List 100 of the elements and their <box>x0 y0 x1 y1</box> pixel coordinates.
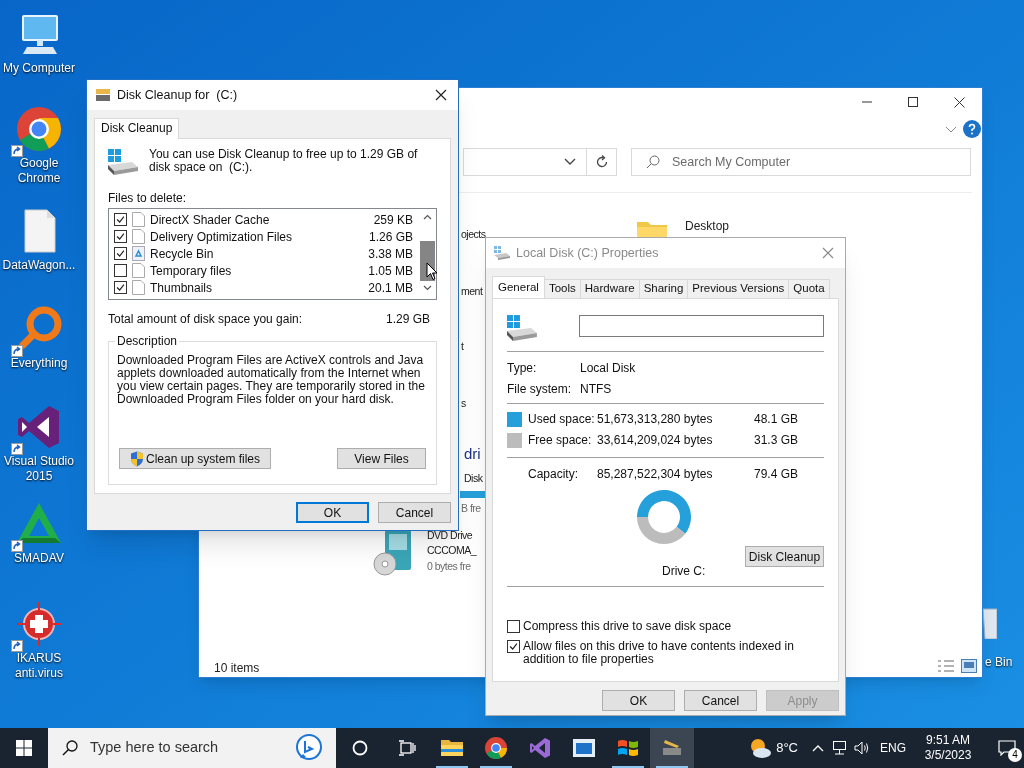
name-field[interactable] <box>578 315 824 337</box>
notification-badge: 4 <box>1008 748 1022 762</box>
volume-icon <box>854 740 870 756</box>
search-field[interactable]: Type here to search <box>48 728 336 768</box>
status-text: 10 items <box>214 660 260 677</box>
recycle-bin-icon <box>132 246 145 261</box>
group-label: Description <box>115 334 180 348</box>
item-label[interactable]: Desktop <box>685 219 730 233</box>
file-name[interactable]: Delivery Optimization Files <box>150 227 365 246</box>
notification-icon <box>998 740 1016 756</box>
item-label[interactable]: ment <box>461 284 483 300</box>
item-label[interactable]: B fre <box>461 501 481 517</box>
description-text: Downloaded Program Files are ActiveX controls and Java applets downloaded automatically from the Internet when you view certain pages. They are temporarily stored in the Downloaded Program Files folder on your hard disk. <box>117 354 426 406</box>
field-value: 48.1 GB <box>754 411 799 428</box>
checkbox[interactable] <box>114 264 127 277</box>
chevron-down-icon <box>564 158 576 166</box>
field-value: Local Disk <box>580 360 636 377</box>
desktop-icon-label[interactable]: Everything <box>0 356 78 371</box>
checkbox[interactable] <box>507 640 520 653</box>
clean-up-system-files-button[interactable]: Clean up system files <box>119 448 272 469</box>
used-space-slice <box>637 490 691 534</box>
tab[interactable]: Tools <box>544 279 581 298</box>
clock-time[interactable]: 9:51 AM <box>926 733 970 748</box>
item-label[interactable]: CCCOMA_ <box>427 543 476 559</box>
tab[interactable]: General <box>492 276 545 298</box>
tab[interactable]: Quota <box>789 279 830 298</box>
checkbox-label[interactable]: Compress this drive to save disk space <box>523 620 823 633</box>
field-label: File system: <box>507 381 572 398</box>
tab[interactable]: Disk Cleanup <box>94 118 180 139</box>
search-field[interactable]: Search My Computer <box>631 148 971 176</box>
item-label[interactable]: 0 bytes fre <box>427 559 471 575</box>
cortana-icon <box>352 740 368 756</box>
close-icon <box>953 96 965 108</box>
mouse-cursor-icon <box>426 262 438 281</box>
field-label: Free space: <box>528 432 593 449</box>
language-indicator[interactable]: ENG <box>880 739 906 757</box>
temperature[interactable]: 8°C <box>776 738 798 758</box>
section-label: Files to delete: <box>108 190 188 207</box>
disk-cleanup-button[interactable]: Disk Cleanup <box>745 546 824 567</box>
usage-bar <box>460 491 486 498</box>
file-size: 1.26 GB <box>368 228 413 246</box>
chevron-down-icon <box>945 126 957 134</box>
desktop-icon-label[interactable]: e Bin <box>985 653 1013 671</box>
checkbox[interactable] <box>114 281 127 294</box>
cancel-button[interactable]: Cancel <box>684 690 757 711</box>
checkbox[interactable] <box>114 213 127 226</box>
item-label[interactable]: ojects <box>461 227 486 243</box>
cancel-button[interactable]: Cancel <box>378 502 451 523</box>
window-title: Disk Cleanup for (C:) <box>117 86 239 104</box>
window-title: Local Disk (C:) Properties <box>516 244 660 262</box>
field-value: 51,673,313,280 bytes <box>597 411 714 428</box>
section-heading[interactable]: dri <box>464 443 481 466</box>
file-name[interactable]: Thumbnails <box>150 278 365 297</box>
file-icon <box>132 280 145 295</box>
view-files-button[interactable]: View Files <box>337 448 426 469</box>
app-window-icon <box>572 736 596 760</box>
file-list[interactable]: DirectX Shader Cache 259 KB Delivery Optimization Files 1.26 GB Recycle Bin 3.38 MB Temporary files 1.05 MB Thumbnails 20.1 MB <box>108 208 437 300</box>
file-size: 259 KB <box>373 211 413 229</box>
chart-label: Drive C: <box>662 563 706 580</box>
field-label: Type: <box>507 360 538 377</box>
refresh-icon <box>594 155 609 169</box>
file-name[interactable]: Temporary files <box>150 261 365 280</box>
checkbox-label[interactable]: Allow files on this drive to have contents indexed in addition to file properties <box>523 640 823 666</box>
task-view-icon <box>398 740 416 756</box>
item-label[interactable]: DVD Drive <box>427 528 473 544</box>
desktop-icon-label[interactable]: Visual Studio 2015 <box>0 454 78 484</box>
ok-button[interactable]: OK <box>296 502 369 523</box>
close-icon <box>821 246 835 260</box>
field-value: 79.4 GB <box>754 466 799 483</box>
checkbox[interactable] <box>114 247 127 260</box>
tab[interactable]: Previous Versions <box>688 279 790 298</box>
scroll-down-icon <box>423 285 432 291</box>
desktop-icon-label[interactable]: IKARUS anti.virus <box>0 651 78 681</box>
weather-icon <box>748 737 773 759</box>
checkbox[interactable] <box>114 230 127 243</box>
file-name[interactable]: DirectX Shader Cache <box>150 210 370 229</box>
checkbox[interactable] <box>507 620 520 633</box>
ok-button[interactable]: OK <box>602 690 675 711</box>
minimize-icon <box>862 101 872 103</box>
search-icon <box>646 155 660 169</box>
item-label[interactable]: Disk <box>464 471 483 487</box>
desktop-icon-label[interactable]: My Computer <box>0 61 78 76</box>
file-size: 3.38 MB <box>368 245 413 263</box>
drive-icon <box>494 246 510 260</box>
file-size: 20.1 MB <box>368 279 413 297</box>
windows-start-icon <box>16 740 32 756</box>
large-icons-view-icon <box>961 659 977 673</box>
desktop-icon-label[interactable]: Google Chrome <box>0 156 78 186</box>
tab[interactable]: Sharing <box>639 279 689 298</box>
field-value: 85,287,522,304 bytes <box>597 466 714 483</box>
clock-date[interactable]: 3/5/2023 <box>924 748 972 763</box>
total-label: Total amount of disk space you gain: <box>108 311 303 328</box>
chrome-icon <box>15 105 63 153</box>
file-name[interactable]: Recycle Bin <box>150 244 365 263</box>
details-view-icon <box>937 659 955 673</box>
item-label[interactable]: s <box>461 396 466 412</box>
desktop-icon-label[interactable]: DataWagon... <box>0 258 78 273</box>
desktop-icon-label[interactable]: SMADAV <box>0 551 78 566</box>
chevron-up-icon <box>812 744 824 752</box>
tab[interactable]: Hardware <box>580 279 640 298</box>
